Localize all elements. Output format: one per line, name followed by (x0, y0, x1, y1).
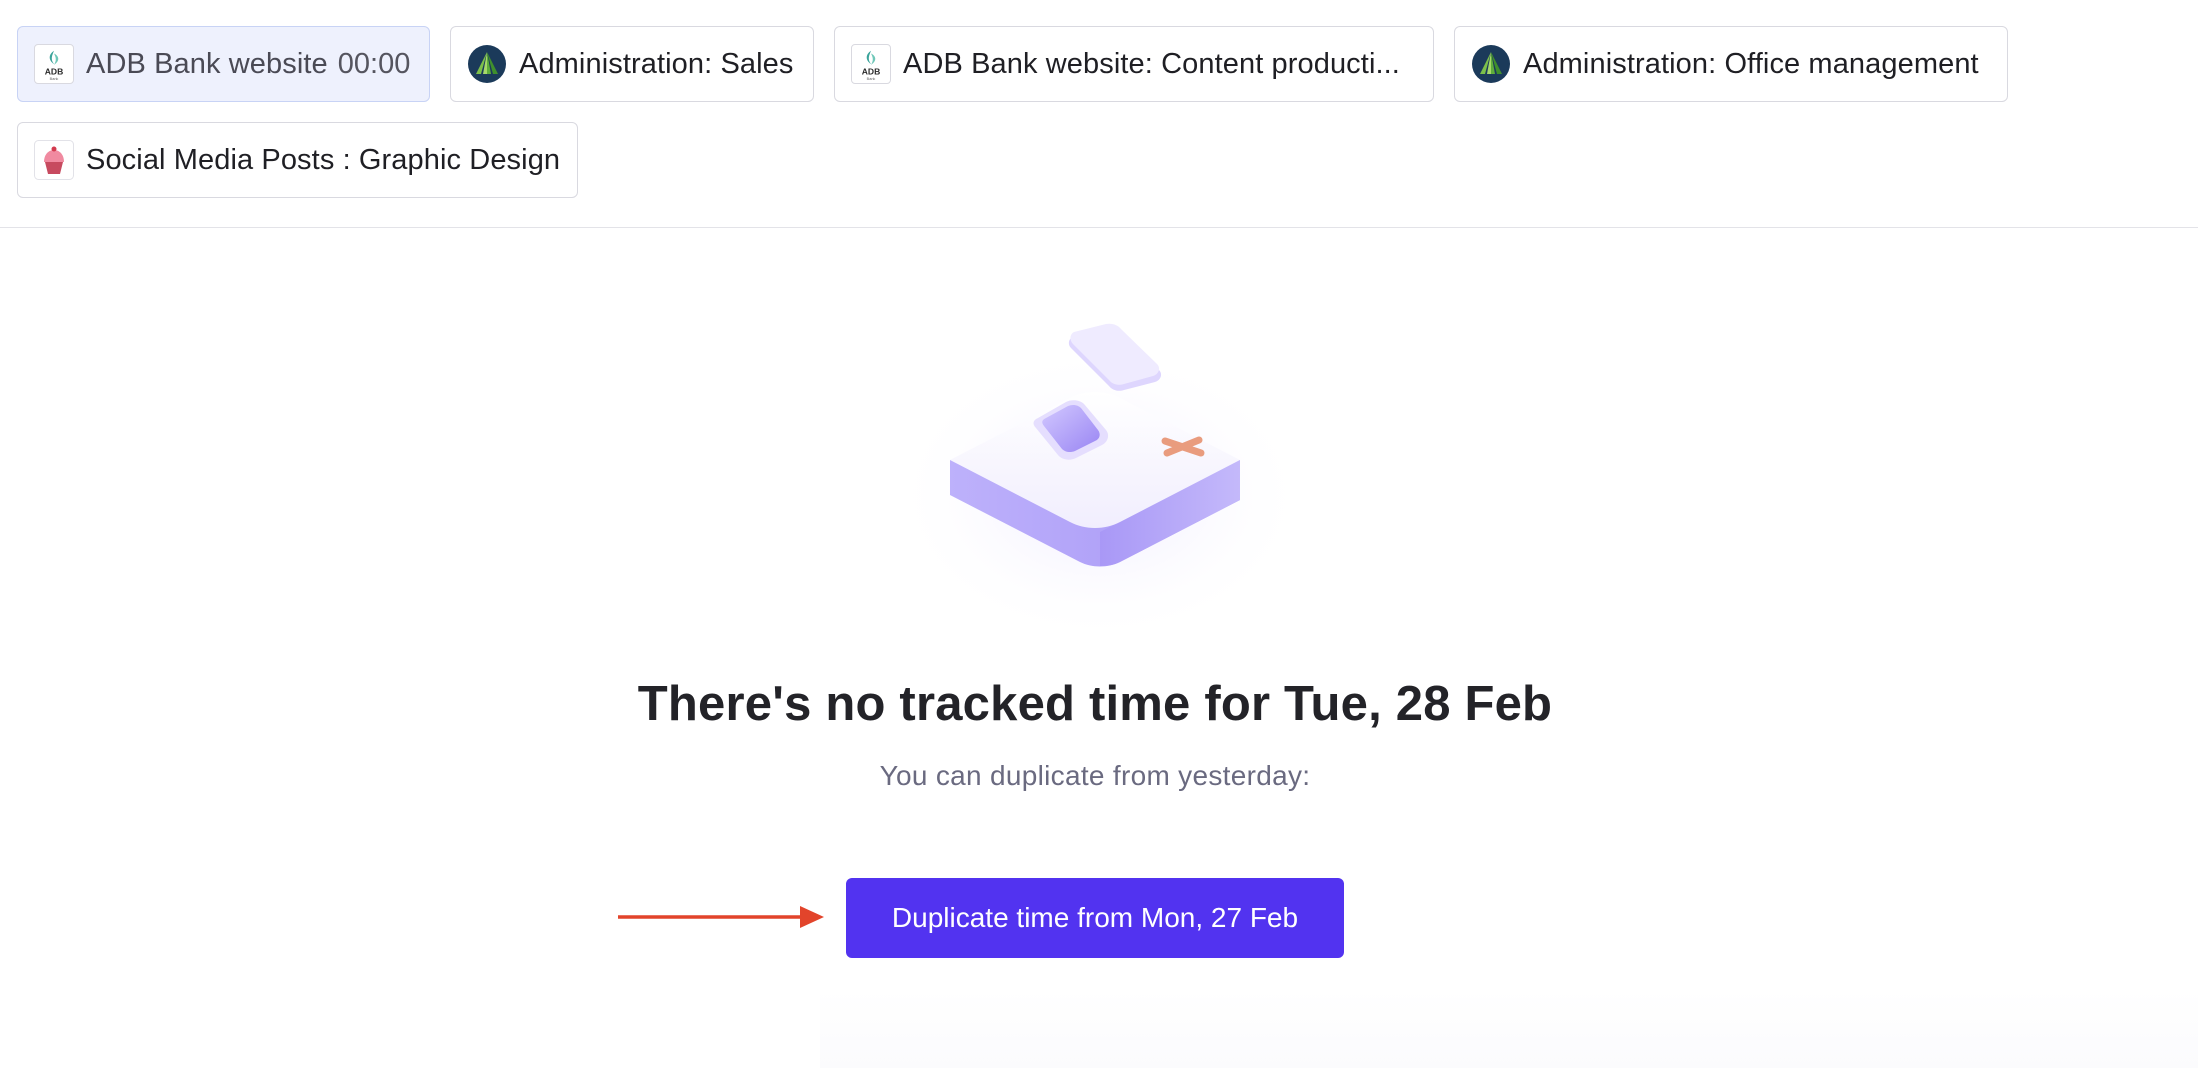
recent-entry-adb-bank-website[interactable]: ADB Bank ADB Bank website 00:00 (17, 26, 430, 102)
adb-bank-logo-icon: ADB Bank (851, 44, 891, 84)
recent-entry-administration-sales[interactable]: Administration: Sales (450, 26, 814, 102)
empty-state-illustration (890, 323, 1310, 630)
svg-text:Bank: Bank (867, 77, 876, 81)
entry-label: Administration: Office management (1523, 47, 1979, 80)
entry-timer: 00:00 (337, 47, 411, 80)
entry-label: ADB Bank website: Content producti... (903, 47, 1400, 80)
recent-entries-bar: ADB Bank ADB Bank website 00:00 Administ… (0, 0, 2198, 228)
administration-logo-icon (468, 45, 506, 83)
duplicate-time-button[interactable]: Duplicate time from Mon, 27 Feb (846, 878, 1344, 958)
background-fade (820, 990, 2198, 1068)
entry-label: Social Media Posts : Graphic Design (86, 143, 561, 176)
empty-state-title: There's no tracked time for Tue, 28 Feb (637, 677, 1553, 731)
svg-text:ADB: ADB (862, 66, 881, 76)
recent-entry-administration-office-management[interactable]: Administration: Office management (1454, 26, 2008, 102)
recent-entry-social-media-graphic-design[interactable]: Social Media Posts : Graphic Design (17, 122, 578, 198)
svg-text:Bank: Bank (50, 77, 59, 81)
entry-label: Administration: Sales (519, 47, 794, 80)
arrow-right-icon (618, 906, 824, 928)
recent-entry-adb-bank-content-production[interactable]: ADB Bank ADB Bank website: Content produ… (834, 26, 1434, 102)
entry-label: ADB Bank website (86, 47, 328, 80)
administration-logo-icon (1472, 45, 1510, 83)
empty-state-subtitle: You can duplicate from yesterday: (879, 760, 1311, 791)
adb-bank-logo-icon: ADB Bank (34, 44, 74, 84)
svg-text:ADB: ADB (45, 66, 64, 76)
cupcake-logo-icon (34, 140, 74, 180)
